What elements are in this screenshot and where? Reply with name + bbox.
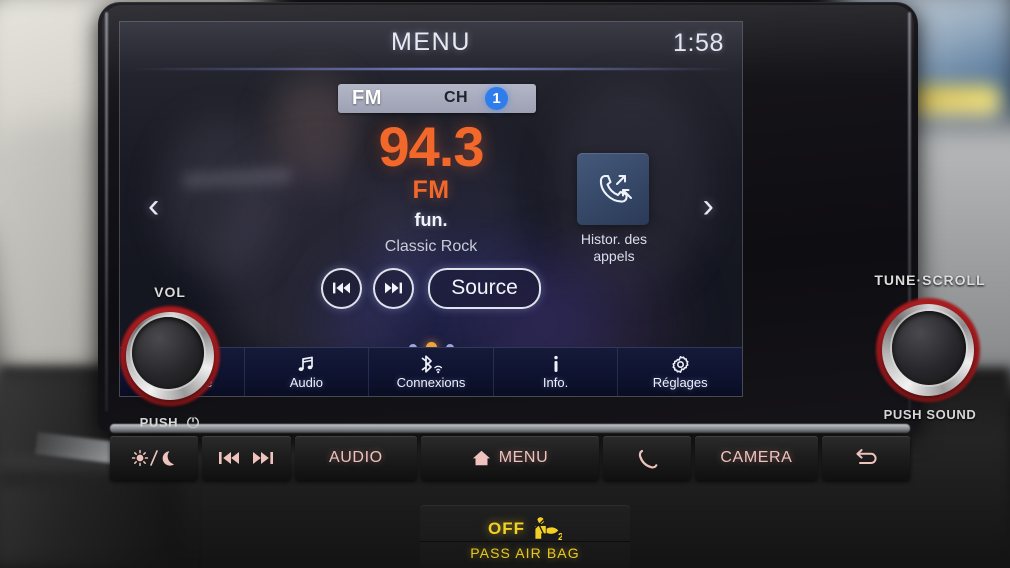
call-history-tile[interactable] bbox=[577, 153, 649, 225]
screenshot-root: MENU 1:58 FM CH 1 94.3 FM fun. Classic R… bbox=[0, 0, 1010, 568]
channel-label: CH bbox=[444, 89, 469, 106]
airbag-status-row: OFF 2 bbox=[420, 516, 630, 541]
camera-button[interactable]: CAMERA bbox=[695, 436, 818, 480]
source-button-label: Source bbox=[451, 276, 518, 299]
tune-knob-bottom-label: PUSH SOUND bbox=[883, 407, 977, 422]
next-track-button[interactable] bbox=[373, 267, 415, 309]
phone-icon bbox=[638, 449, 658, 469]
tune-scroll-knob-group: TUNE·SCROLL PUSH SOUND bbox=[860, 272, 1000, 422]
next-track-icon bbox=[385, 282, 403, 294]
call-history-label: Histor. des appels bbox=[526, 231, 702, 265]
previous-track-button[interactable] bbox=[321, 267, 363, 309]
back-button[interactable] bbox=[821, 436, 910, 480]
previous-track-icon bbox=[333, 282, 351, 294]
volume-knob-face[interactable] bbox=[132, 317, 204, 389]
music-note-icon bbox=[296, 354, 316, 374]
gear-icon bbox=[670, 354, 691, 374]
call-history-label-line2: appels bbox=[593, 248, 635, 264]
volume-knob-top-label: VOL bbox=[154, 284, 186, 300]
airbag-status: OFF bbox=[488, 518, 525, 538]
svg-text:2: 2 bbox=[558, 532, 562, 541]
nav-item-reglages[interactable]: Réglages bbox=[618, 348, 742, 396]
audio-button[interactable]: AUDIO bbox=[294, 436, 418, 480]
passenger-airbag-indicator: OFF 2 PASS AIR BAG bbox=[420, 505, 630, 568]
back-arrow-icon bbox=[856, 449, 877, 464]
channel-number-badge: 1 bbox=[485, 87, 508, 110]
volume-knob-group: VOL PUSH bbox=[106, 284, 234, 430]
audio-button-label: AUDIO bbox=[328, 449, 383, 466]
next-page-arrow[interactable]: › bbox=[703, 187, 714, 226]
nav-label-info: Info. bbox=[542, 375, 569, 390]
prev-next-track-icon bbox=[219, 452, 274, 464]
call-history-icon bbox=[599, 174, 632, 203]
band-indicator[interactable]: FM CH 1 bbox=[338, 84, 536, 113]
camera-button-label: CAMERA bbox=[720, 449, 793, 466]
band-name: FM bbox=[352, 87, 382, 109]
nav-item-audio[interactable]: Audio bbox=[245, 348, 370, 396]
physical-button-row: AUDIO MENU CAMERA bbox=[110, 436, 910, 480]
clock: 1:58 bbox=[672, 29, 724, 57]
nav-label-audio: Audio bbox=[289, 375, 324, 390]
tune-knob-face[interactable] bbox=[892, 311, 966, 385]
home-icon bbox=[472, 450, 490, 466]
page-title: MENU bbox=[390, 28, 471, 56]
source-button[interactable]: Source bbox=[428, 267, 541, 309]
phone-button[interactable] bbox=[602, 436, 692, 480]
header-divider bbox=[130, 68, 732, 70]
previous-page-arrow[interactable]: ‹ bbox=[148, 187, 159, 226]
menu-button[interactable]: MENU bbox=[421, 436, 599, 480]
brightness-day-night-icon bbox=[131, 449, 175, 467]
info-icon bbox=[546, 354, 566, 374]
bluetooth-wifi-icon bbox=[417, 354, 445, 374]
background-yellow-blur bbox=[905, 85, 1000, 119]
nav-item-connexions[interactable]: Connexions bbox=[369, 348, 494, 396]
nav-label-connexions: Connexions bbox=[396, 375, 466, 390]
nav-item-info[interactable]: Info. bbox=[494, 348, 619, 396]
menu-button-label: MENU bbox=[498, 449, 549, 466]
track-skip-button[interactable] bbox=[202, 436, 291, 480]
brightness-button[interactable] bbox=[110, 436, 199, 480]
airbag-label: PASS AIR BAG bbox=[470, 545, 580, 561]
nav-label-reglages: Réglages bbox=[652, 375, 708, 390]
airbag-divider bbox=[420, 541, 630, 542]
tune-knob-top-label: TUNE·SCROLL bbox=[874, 272, 986, 288]
button-row-chrome-trim bbox=[110, 424, 910, 433]
call-history-label-line1: Histor. des bbox=[580, 231, 648, 247]
screen-header: MENU 1:58 bbox=[120, 22, 742, 70]
passenger-airbag-icon: 2 bbox=[532, 516, 562, 541]
